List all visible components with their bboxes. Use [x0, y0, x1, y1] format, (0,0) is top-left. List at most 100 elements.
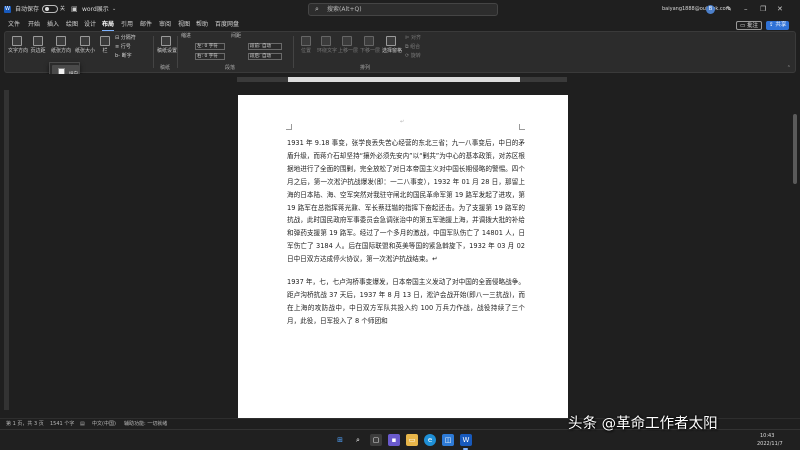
- selection-pane-icon: [386, 36, 396, 46]
- send-backward-label: 下移一层: [360, 48, 381, 54]
- margins-label: 页边距: [30, 48, 46, 54]
- align-label: 对齐: [410, 35, 421, 41]
- size-button[interactable]: 纸张大小: [74, 36, 96, 54]
- tab-references[interactable]: 引用: [121, 19, 133, 31]
- menu-bar: 文件 开始 插入 绘图 设计 布局 引用 邮件 审阅 视图 帮助 百度网盘 ▭ …: [0, 19, 800, 31]
- wrap-text-label: 环绕文字: [317, 48, 338, 54]
- paragraph-2[interactable]: 1937 年，七，七卢沟桥事变爆发，日本帝国主义发动了对中国的全面侵略战争。距卢…: [287, 276, 525, 328]
- text-direction-button[interactable]: 文字方向: [8, 36, 29, 54]
- ribbon-divider: [177, 36, 178, 68]
- position-button[interactable]: 位置: [297, 36, 315, 54]
- draft-paper-button[interactable]: 稿纸设置: [157, 36, 177, 54]
- active-app-indicator: [463, 448, 468, 450]
- ribbon-divider: [153, 36, 154, 68]
- close-icon[interactable]: ✕: [777, 0, 783, 19]
- minimize-icon[interactable]: –: [744, 0, 748, 19]
- ruler-text-area: [288, 77, 520, 82]
- autosave-state: 关: [60, 6, 66, 12]
- pen-icon[interactable]: ✎: [726, 0, 732, 19]
- comment-button-label: 批注: [746, 23, 758, 29]
- restore-icon[interactable]: ❐: [760, 0, 766, 19]
- orientation-icon: [56, 36, 66, 46]
- orientation-button[interactable]: 纸张方向: [50, 36, 72, 54]
- windows-start-icon[interactable]: ⊞: [334, 434, 346, 446]
- search-placeholder: 搜索(Alt+Q): [327, 6, 362, 13]
- bring-forward-label: 上移一层: [338, 48, 359, 54]
- tab-baidu-netdisk[interactable]: 百度网盘: [215, 19, 239, 31]
- columns-button[interactable]: 栏: [99, 36, 111, 54]
- draft-group-label: 稿纸: [160, 65, 171, 71]
- tab-view[interactable]: 视图: [178, 19, 190, 31]
- store-icon[interactable]: ◫: [442, 434, 454, 446]
- align-button[interactable]: ⊫ 对齐: [405, 35, 421, 42]
- vertical-scrollbar[interactable]: [791, 84, 799, 418]
- word-taskbar-icon[interactable]: W: [460, 434, 472, 446]
- chevron-down-icon[interactable]: ⌄: [112, 0, 116, 19]
- indent-right-input[interactable]: 右: 0 字符: [195, 53, 225, 60]
- document-title[interactable]: word展示: [82, 0, 109, 19]
- margin-corner-mark: [519, 124, 525, 130]
- ribbon: 文字方向 页边距 纸张方向 纸张大小 栏 ⊟ 分隔符 ≡ 行号 b- 断字 稿纸…: [4, 31, 796, 73]
- orientation-label: 纸张方向: [50, 48, 71, 54]
- tab-home[interactable]: 开始: [28, 19, 40, 31]
- tab-insert[interactable]: 插入: [47, 19, 59, 31]
- send-backward-icon: [364, 36, 374, 46]
- spacing-before-input[interactable]: 段前: 自动: [248, 43, 282, 50]
- bring-forward-button[interactable]: 上移一层: [338, 36, 359, 54]
- chat-icon[interactable]: ▪: [388, 434, 400, 446]
- selection-pane-button[interactable]: 选择窗格: [382, 36, 403, 54]
- clock-date[interactable]: 2022/11/7: [757, 441, 783, 447]
- watermark-text: 头条 @革命工作者太阳: [568, 416, 718, 432]
- arrange-group-label: 排列: [360, 65, 371, 71]
- avatar[interactable]: B: [706, 5, 715, 14]
- tab-layout[interactable]: 布局: [102, 19, 115, 31]
- search-box[interactable]: ⌕ 搜索(Alt+Q): [308, 3, 498, 16]
- selection-pane-label: 选择窗格: [382, 48, 403, 54]
- line-numbers-button[interactable]: ≡ 行号: [115, 44, 131, 51]
- tab-mailings[interactable]: 邮件: [140, 19, 152, 31]
- paragraph-1[interactable]: 1931 年 9.18 事变，张学良丢失苦心经营的东北三省；九一八事变后，中日的…: [287, 137, 525, 266]
- margins-button[interactable]: 页边距: [29, 36, 47, 54]
- page-size-icon: [80, 36, 90, 46]
- save-icon[interactable]: ▣: [71, 0, 78, 19]
- text-direction-label: 文字方向: [8, 48, 29, 54]
- edge-browser-icon[interactable]: e: [424, 434, 436, 446]
- word-window: W 自动保存 关 ▣ word展示 ⌄ ⌕ 搜索(Alt+Q) baiyang1…: [0, 0, 800, 450]
- document-page[interactable]: ↵ 1931 年 9.18 事变，张学良丢失苦心经营的东北三省；九一八事变后，中…: [238, 95, 568, 418]
- clock-time[interactable]: 10:43: [760, 433, 774, 439]
- search-taskbar-icon[interactable]: ⌕: [352, 434, 364, 446]
- indent-label: 缩进: [181, 33, 192, 39]
- spacing-after-input[interactable]: 段后: 自动: [248, 53, 282, 60]
- margins-icon: [33, 36, 43, 46]
- paragraph-group-label: 段落: [225, 65, 236, 71]
- wrap-text-icon: [321, 36, 331, 46]
- account-email[interactable]: baiyang1888@outlook.com: [662, 0, 731, 19]
- autosave-toggle[interactable]: [42, 5, 58, 13]
- word-logo-icon: W: [4, 6, 11, 13]
- indent-left-input[interactable]: 左: 0 字符: [195, 43, 225, 50]
- group-button[interactable]: ⧉ 组合: [405, 44, 420, 51]
- send-backward-button[interactable]: 下移一层: [360, 36, 381, 54]
- columns-icon: [100, 36, 110, 46]
- tab-draw[interactable]: 绘图: [66, 19, 78, 31]
- tab-design[interactable]: 设计: [84, 19, 96, 31]
- ribbon-collapse-icon[interactable]: ⌃: [787, 65, 791, 71]
- tab-file[interactable]: 文件: [8, 19, 20, 31]
- share-button[interactable]: ⇪ 共享: [766, 21, 790, 30]
- hyphenation-button[interactable]: b- 断字: [115, 53, 132, 60]
- file-explorer-icon[interactable]: ▭: [406, 434, 418, 446]
- tab-help[interactable]: 帮助: [196, 19, 208, 31]
- task-view-icon[interactable]: ▢: [370, 434, 382, 446]
- autosave-label: 自动保存: [15, 6, 40, 13]
- scrollbar-thumb[interactable]: [793, 114, 797, 184]
- vertical-ruler[interactable]: [4, 90, 9, 410]
- breaks-button[interactable]: ⊟ 分隔符: [115, 35, 136, 42]
- share-button-label: 共享: [775, 22, 787, 28]
- text-direction-icon: [12, 36, 22, 46]
- tab-review[interactable]: 审阅: [159, 19, 171, 31]
- rotate-button[interactable]: ⟳ 旋转: [405, 53, 421, 60]
- horizontal-ruler[interactable]: [0, 74, 800, 84]
- wrap-text-button[interactable]: 环绕文字: [317, 36, 338, 54]
- document-body[interactable]: 1931 年 9.18 事变，张学良丢失苦心经营的东北三省；九一八事变后，中日的…: [287, 137, 525, 328]
- comment-button[interactable]: ▭ 批注: [736, 21, 762, 30]
